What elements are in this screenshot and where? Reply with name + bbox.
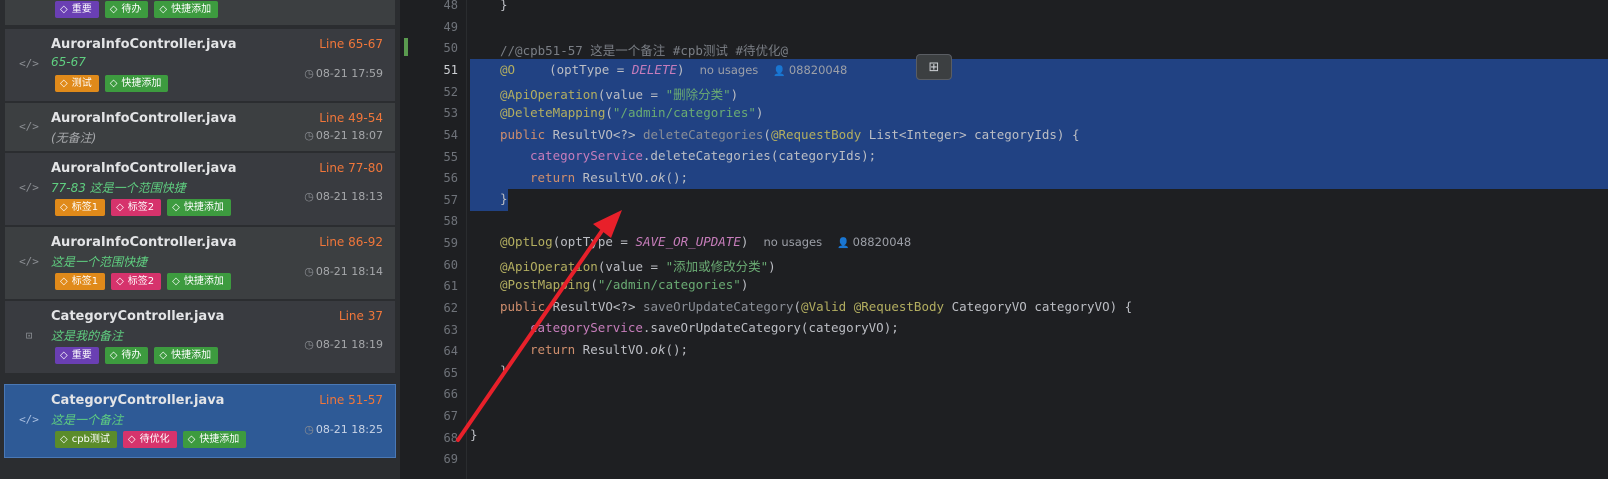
annotation-arrow — [456, 210, 622, 442]
arrow-head — [593, 210, 622, 238]
arrow-shaft — [456, 220, 610, 442]
